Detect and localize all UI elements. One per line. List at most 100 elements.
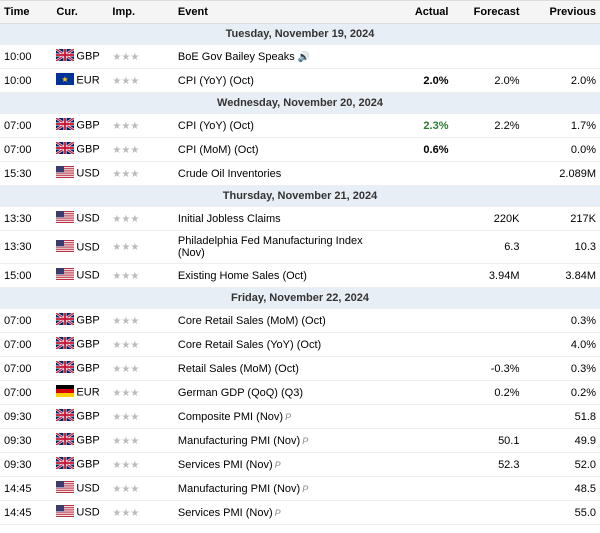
flag-icon (56, 457, 74, 472)
table-row: 15:30 USD ★★★ Crude Oil Inventories 2.08… (0, 162, 600, 186)
time-cell: 07:00 (0, 333, 52, 357)
currency-label: GBP (76, 458, 99, 470)
star-icon: ★ (130, 52, 139, 63)
star-icon: ★ (121, 242, 130, 253)
importance-cell: ★★★ (108, 231, 174, 264)
star-icon: ★ (112, 316, 121, 327)
previous-cell: 3.84M (523, 264, 600, 288)
forecast-cell (452, 405, 523, 429)
table-row: 15:00 USD ★★★ Existing Home Sales (Oct) … (0, 264, 600, 288)
currency-label: GBP (76, 362, 99, 374)
section-header: Wednesday, November 20, 2024 (0, 93, 600, 114)
currency-cell: GBP (52, 309, 108, 333)
importance-cell: ★★★ (108, 429, 174, 453)
flag-icon (56, 142, 74, 157)
star-icon: ★ (121, 145, 130, 156)
previous-cell: 48.5 (523, 477, 600, 501)
previous-cell (523, 45, 600, 69)
actual-cell (392, 264, 452, 288)
header-actual: Actual (392, 1, 452, 24)
star-icon: ★ (112, 121, 121, 132)
star-icon: ★ (121, 271, 130, 282)
actual-cell (392, 405, 452, 429)
previous-cell: 217K (523, 207, 600, 231)
currency-cell: GBP (52, 405, 108, 429)
actual-cell: 0.6% (392, 138, 452, 162)
preview-icon: P (275, 508, 281, 518)
event-cell: Services PMI (Nov)P (174, 453, 392, 477)
table-row: 14:45 USD ★★★ Manufacturing PMI (Nov)P 4… (0, 477, 600, 501)
star-icon: ★ (121, 460, 130, 471)
previous-cell: 55.0 (523, 501, 600, 525)
event-cell: Composite PMI (Nov)P (174, 405, 392, 429)
star-icon: ★ (130, 316, 139, 327)
star-icon: ★ (130, 76, 139, 87)
section-label: Wednesday, November 20, 2024 (0, 93, 600, 114)
flag-icon: ★ (56, 73, 74, 88)
star-icon: ★ (121, 121, 130, 132)
star-icon: ★ (130, 340, 139, 351)
time-cell: 07:00 (0, 357, 52, 381)
previous-cell: 2.089M (523, 162, 600, 186)
star-icon: ★ (121, 169, 130, 180)
flag-icon (56, 481, 74, 496)
preview-icon: P (275, 460, 281, 470)
preview-icon: P (285, 412, 291, 422)
currency-cell: GBP (52, 138, 108, 162)
event-cell: CPI (MoM) (Oct) (174, 138, 392, 162)
actual-cell (392, 45, 452, 69)
sound-icon[interactable]: 🔊 (298, 52, 310, 63)
time-cell: 13:30 (0, 207, 52, 231)
time-cell: 10:00 (0, 45, 52, 69)
event-cell: Core Retail Sales (MoM) (Oct) (174, 309, 392, 333)
forecast-cell: 0.2% (452, 381, 523, 405)
actual-cell: 2.3% (392, 114, 452, 138)
importance-cell: ★★★ (108, 381, 174, 405)
event-cell: CPI (YoY) (Oct) (174, 114, 392, 138)
table-row: 09:30 GBP ★★★ Composite PMI (Nov)P 51.8 (0, 405, 600, 429)
actual-cell (392, 357, 452, 381)
star-icon: ★ (112, 364, 121, 375)
flag-icon (56, 409, 74, 424)
svg-text:★: ★ (62, 75, 69, 84)
star-icon: ★ (121, 364, 130, 375)
star-icon: ★ (130, 460, 139, 471)
star-icon: ★ (130, 364, 139, 375)
importance-cell: ★★★ (108, 477, 174, 501)
currency-cell: GBP (52, 453, 108, 477)
star-icon: ★ (130, 436, 139, 447)
currency-label: GBP (76, 338, 99, 350)
flag-icon (56, 268, 74, 283)
forecast-cell: 2.0% (452, 69, 523, 93)
table-row: 07:00 EUR ★★★ German GDP (QoQ) (Q3) 0.2%… (0, 381, 600, 405)
star-icon: ★ (121, 76, 130, 87)
section-label: Thursday, November 21, 2024 (0, 186, 600, 207)
flag-icon (56, 240, 74, 255)
flag-icon (56, 49, 74, 64)
previous-cell: 2.0% (523, 69, 600, 93)
event-cell: Retail Sales (MoM) (Oct) (174, 357, 392, 381)
currency-label: GBP (76, 119, 99, 131)
currency-cell: GBP (52, 114, 108, 138)
event-cell: BoE Gov Bailey Speaks🔊 (174, 45, 392, 69)
forecast-cell: 50.1 (452, 429, 523, 453)
forecast-cell (452, 333, 523, 357)
flag-icon (56, 313, 74, 328)
section-label: Tuesday, November 19, 2024 (0, 24, 600, 45)
currency-label: USD (76, 482, 99, 494)
star-icon: ★ (121, 52, 130, 63)
star-icon: ★ (130, 508, 139, 519)
star-icon: ★ (112, 76, 121, 87)
star-icon: ★ (121, 214, 130, 225)
previous-cell: 51.8 (523, 405, 600, 429)
time-cell: 14:45 (0, 501, 52, 525)
table-row: 14:45 USD ★★★ Services PMI (Nov)P 55.0 (0, 501, 600, 525)
table-row: 10:00 GBP ★★★ BoE Gov Bailey Speaks🔊 (0, 45, 600, 69)
importance-cell: ★★★ (108, 207, 174, 231)
star-icon: ★ (130, 214, 139, 225)
event-cell: Manufacturing PMI (Nov)P (174, 477, 392, 501)
table-row: 10:00 ★ EUR ★★★ CPI (YoY) (Oct) 2.0% 2.0… (0, 69, 600, 93)
star-icon: ★ (130, 242, 139, 253)
importance-cell: ★★★ (108, 333, 174, 357)
star-icon: ★ (121, 436, 130, 447)
